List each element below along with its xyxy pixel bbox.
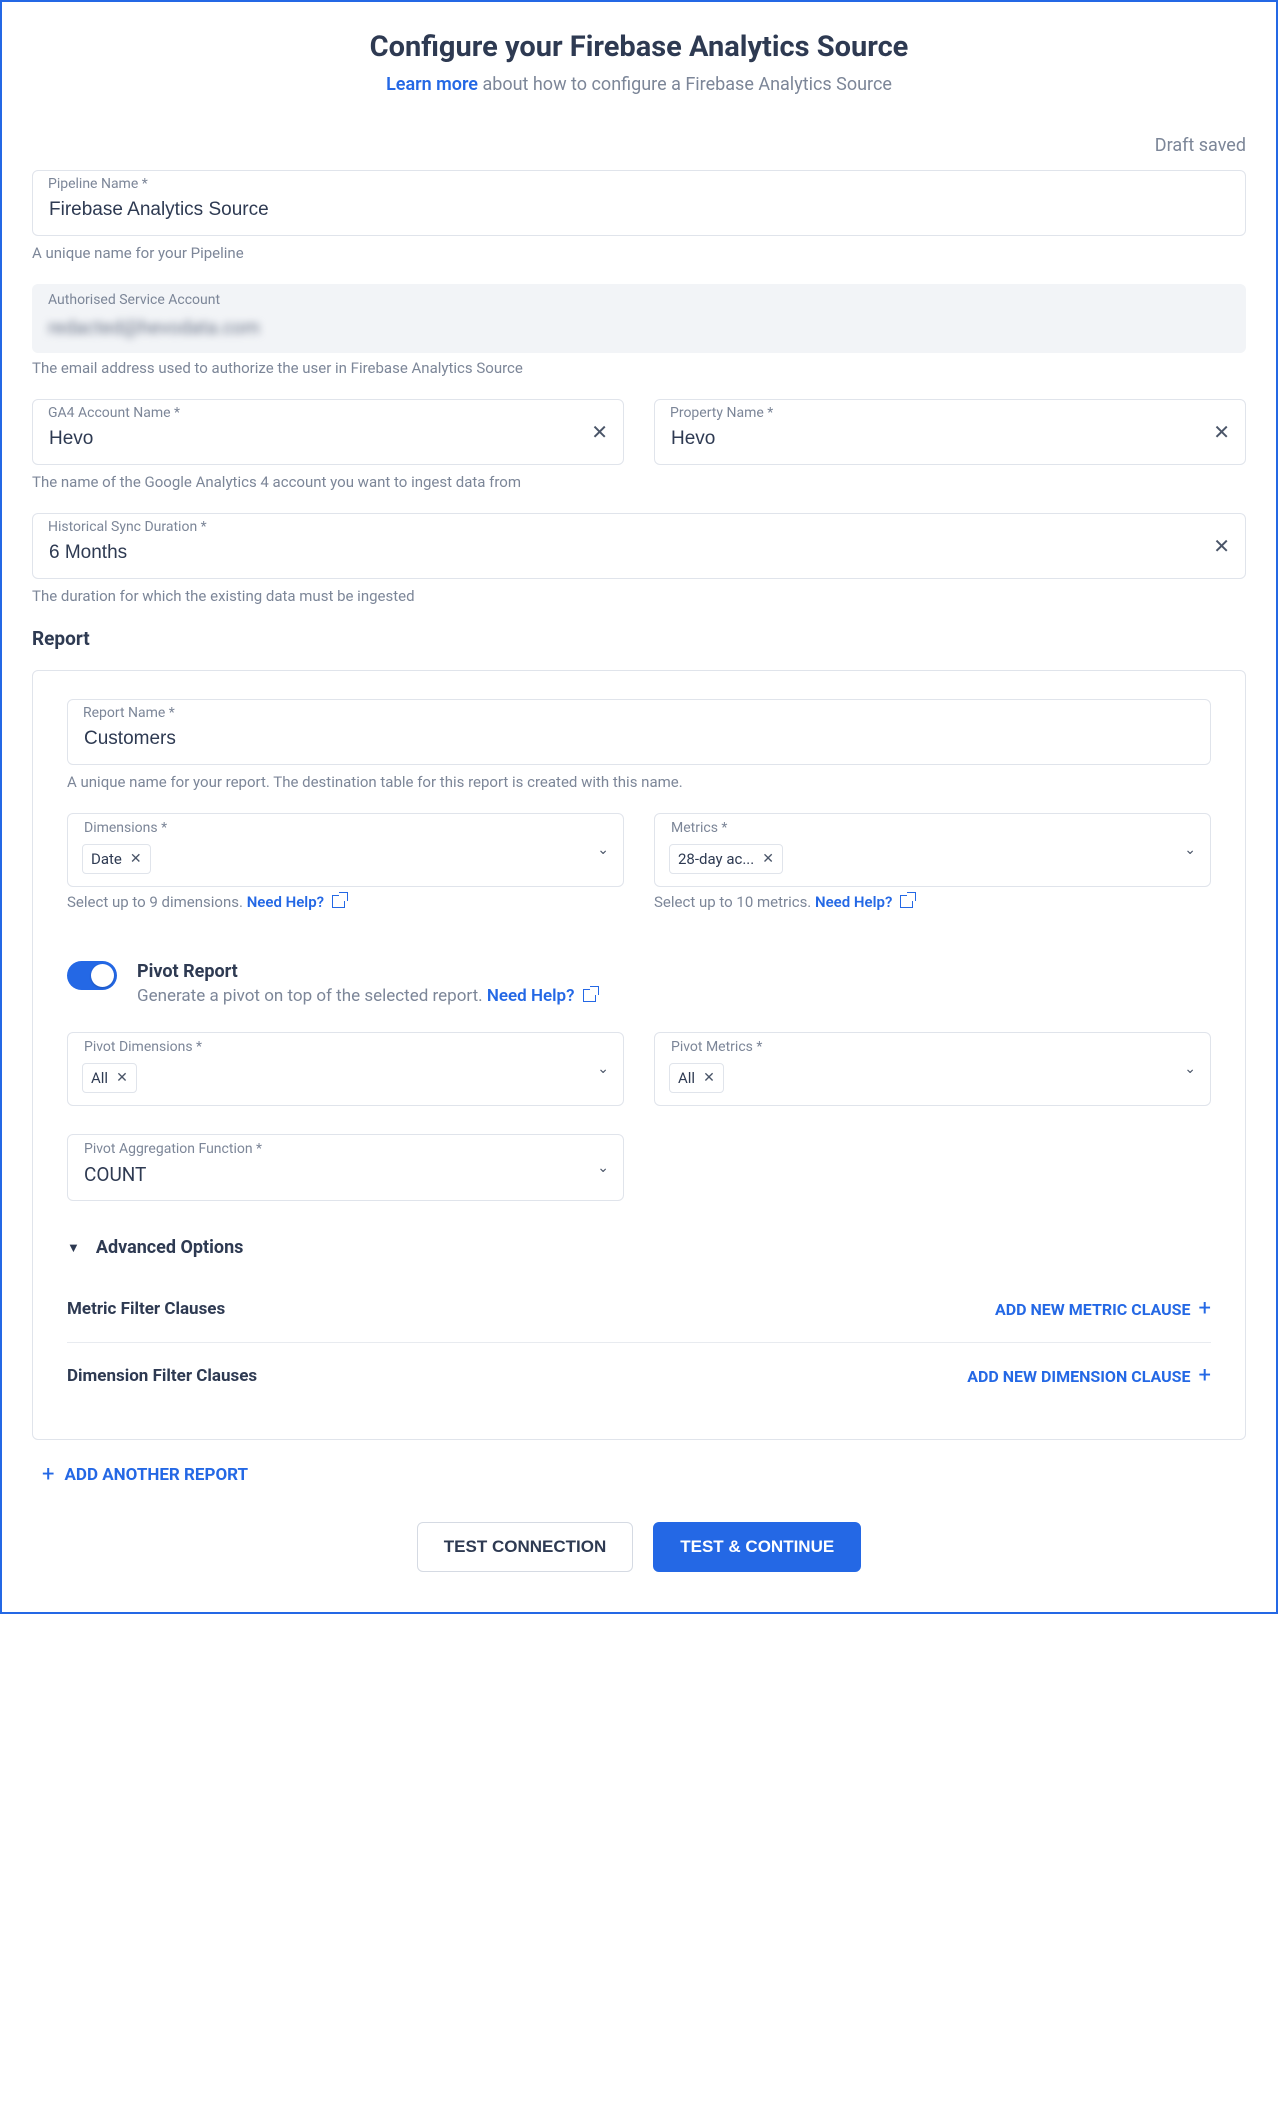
dimensions-help-link[interactable]: Need Help? [247,893,345,911]
external-link-icon [583,989,596,1002]
pipeline-name-label: Pipeline Name * [48,176,148,192]
pivot-aggregation-select[interactable]: Pivot Aggregation Function * COUNT ⌄ [67,1134,624,1201]
dimension-chip[interactable]: Date ✕ [82,844,151,874]
chevron-down-icon: ⌄ [597,1160,609,1176]
sync-label: Historical Sync Duration * [48,519,207,535]
pivot-title: Pivot Report [137,961,596,982]
pivot-dimensions-select[interactable]: Pivot Dimensions * All ✕ ⌄ [67,1032,624,1106]
plus-icon: + [1199,1298,1211,1320]
dimension-clauses-title: Dimension Filter Clauses [67,1366,257,1386]
close-icon[interactable]: ✕ [762,851,774,867]
test-continue-button[interactable]: TEST & CONTINUE [653,1522,861,1572]
add-metric-clause-button[interactable]: ADD NEW METRIC CLAUSE + [995,1298,1211,1320]
dimensions-select[interactable]: Dimensions * Date ✕ ⌄ [67,813,624,887]
pipeline-name-input[interactable] [32,170,1246,236]
service-account-field: Authorised Service Account redacted@hevo… [32,284,1246,353]
sync-helper: The duration for which the existing data… [32,587,1246,605]
test-connection-button[interactable]: TEST CONNECTION [417,1522,633,1572]
pivot-help-link[interactable]: Need Help? [487,986,596,1006]
chevron-down-icon: ⌄ [597,842,609,858]
pivot-dimension-chip[interactable]: All ✕ [82,1063,137,1093]
ga4-label: GA4 Account Name * [48,405,180,421]
close-icon[interactable]: ✕ [1213,534,1230,558]
report-name-input[interactable] [67,699,1211,765]
divider [67,1342,1211,1343]
draft-status: Draft saved [1155,135,1246,156]
close-icon[interactable]: ✕ [116,1070,128,1086]
service-account-helper: The email address used to authorize the … [32,359,1246,377]
page-title: Configure your Firebase Analytics Source [32,30,1246,64]
metric-chip[interactable]: 28-day ac... ✕ [669,844,783,874]
pivot-toggle[interactable] [67,961,117,990]
metric-clauses-title: Metric Filter Clauses [67,1299,225,1319]
plus-icon: + [42,1464,54,1486]
page-subtitle: Learn more about how to configure a Fire… [32,74,1246,95]
dimensions-helper: Select up to 9 dimensions. [67,893,247,911]
add-dimension-clause-button[interactable]: ADD NEW DIMENSION CLAUSE + [967,1365,1211,1387]
learn-more-link[interactable]: Learn more [386,74,478,95]
sync-duration-input[interactable] [32,513,1246,579]
chevron-down-icon: ⌄ [1184,842,1196,858]
plus-icon: + [1199,1365,1211,1387]
chevron-down-icon: ⌄ [597,1061,609,1077]
report-section-header: Report [32,627,1246,650]
advanced-options-toggle[interactable]: ▼ Advanced Options [67,1237,1211,1258]
add-another-report-button[interactable]: + ADD ANOTHER REPORT [42,1464,1246,1486]
pivot-metrics-select[interactable]: Pivot Metrics * All ✕ ⌄ [654,1032,1211,1106]
report-card: Report Name * A unique name for your rep… [32,670,1246,1440]
external-link-icon [332,895,345,908]
triangle-down-icon: ▼ [67,1240,80,1256]
close-icon[interactable]: ✕ [591,420,608,444]
pivot-desc: Generate a pivot on top of the selected … [137,986,487,1006]
property-label: Property Name * [670,405,773,421]
close-icon[interactable]: ✕ [130,851,142,867]
close-icon[interactable]: ✕ [1213,420,1230,444]
metrics-select[interactable]: Metrics * 28-day ac... ✕ ⌄ [654,813,1211,887]
report-name-helper: A unique name for your report. The desti… [67,773,1211,791]
chevron-down-icon: ⌄ [1184,1061,1196,1077]
ga4-helper: The name of the Google Analytics 4 accou… [32,473,624,491]
metrics-help-link[interactable]: Need Help? [815,893,913,911]
pivot-metric-chip[interactable]: All ✕ [669,1063,724,1093]
metrics-helper: Select up to 10 metrics. [654,893,815,911]
report-name-label: Report Name * [83,705,175,721]
close-icon[interactable]: ✕ [703,1070,715,1086]
external-link-icon [900,895,913,908]
pipeline-name-helper: A unique name for your Pipeline [32,244,1246,262]
